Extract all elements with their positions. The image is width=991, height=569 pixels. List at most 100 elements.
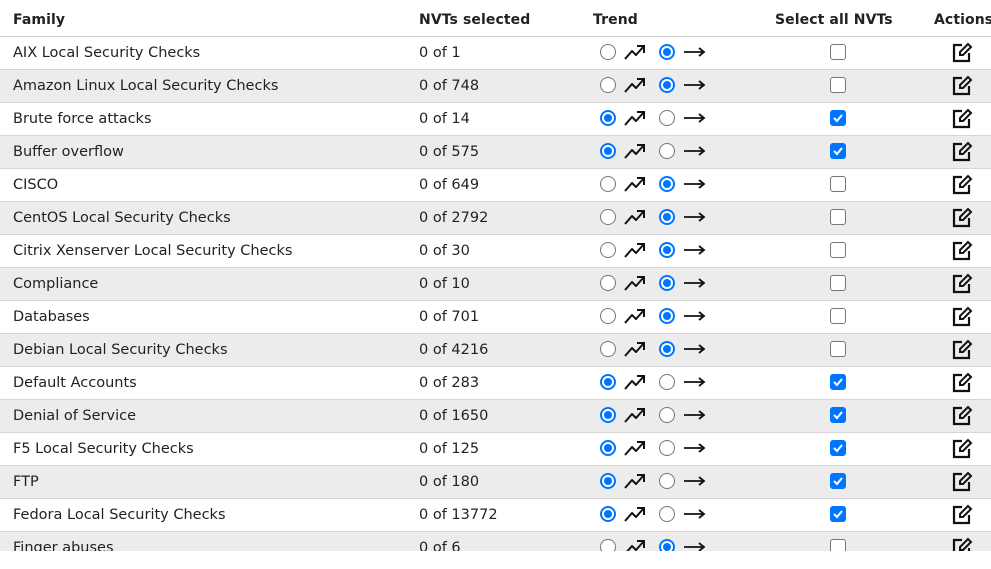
select-all-checkbox[interactable] [830,506,846,522]
trend-up-icon [623,273,647,297]
trend-flat-radio[interactable] [659,473,675,489]
select-all-checkbox[interactable] [830,242,846,258]
trend-flat-icon [682,405,708,429]
trend-up-radio[interactable] [600,44,616,60]
select-all-checkbox[interactable] [830,176,846,192]
trend-flat-icon [682,306,708,330]
trend-flat-radio[interactable] [659,539,675,551]
trend-flat-radio[interactable] [659,209,675,225]
edit-icon[interactable] [951,75,973,101]
trend-flat-radio[interactable] [659,77,675,93]
edit-icon[interactable] [951,141,973,167]
nvts-count: 0 of 125 [419,441,480,457]
header-select-all[interactable]: Select all NVTs [775,12,893,28]
edit-icon[interactable] [951,438,973,464]
table-row: Fedora Local Security Checks 0 of 13772 [0,499,991,532]
edit-icon[interactable] [951,504,973,530]
trend-up-radio[interactable] [600,209,616,225]
trend-flat-radio[interactable] [659,440,675,456]
edit-icon[interactable] [951,108,973,134]
select-all-checkbox[interactable] [830,275,846,291]
edit-icon[interactable] [951,471,973,497]
trend-up-radio[interactable] [600,110,616,126]
trend-up-radio[interactable] [600,77,616,93]
trend-flat-radio[interactable] [659,176,675,192]
trend-flat-icon [682,537,708,551]
trend-flat-radio[interactable] [659,275,675,291]
select-all-checkbox[interactable] [830,209,846,225]
table-row: CentOS Local Security Checks 0 of 2792 [0,202,991,235]
trend-flat-radio[interactable] [659,374,675,390]
select-all-checkbox[interactable] [830,539,846,551]
family-name: Brute force attacks [13,111,152,127]
family-name: F5 Local Security Checks [13,441,194,457]
trend-flat-icon [682,207,708,231]
family-name: Finger abuses [13,540,114,551]
select-all-checkbox[interactable] [830,407,846,423]
trend-flat-radio[interactable] [659,143,675,159]
trend-flat-radio[interactable] [659,44,675,60]
edit-icon[interactable] [951,339,973,365]
edit-icon[interactable] [951,207,973,233]
trend-flat-radio[interactable] [659,341,675,357]
family-name: Fedora Local Security Checks [13,507,226,523]
trend-up-icon [623,174,647,198]
trend-up-radio[interactable] [600,143,616,159]
family-name: Default Accounts [13,375,137,391]
nvts-count: 0 of 14 [419,111,470,127]
trend-flat-radio[interactable] [659,506,675,522]
nvts-count: 0 of 13772 [419,507,498,523]
trend-flat-radio[interactable] [659,110,675,126]
edit-icon[interactable] [951,42,973,68]
trend-up-radio[interactable] [600,407,616,423]
edit-icon[interactable] [951,240,973,266]
nvts-count: 0 of 649 [419,177,480,193]
trend-flat-icon [682,108,708,132]
trend-flat-radio[interactable] [659,308,675,324]
trend-up-radio[interactable] [600,176,616,192]
family-name: Databases [13,309,90,325]
trend-up-radio[interactable] [600,275,616,291]
table-row: Compliance 0 of 10 [0,268,991,301]
nvts-count: 0 of 4216 [419,342,489,358]
header-nvts-selected[interactable]: NVTs selected [419,12,530,28]
edit-icon[interactable] [951,372,973,398]
trend-flat-icon [682,372,708,396]
edit-icon[interactable] [951,537,973,551]
edit-icon[interactable] [951,306,973,332]
table-row: Citrix Xenserver Local Security Checks 0 … [0,235,991,268]
trend-up-icon [623,207,647,231]
trend-up-radio[interactable] [600,539,616,551]
select-all-checkbox[interactable] [830,341,846,357]
select-all-checkbox[interactable] [830,44,846,60]
trend-up-radio[interactable] [600,374,616,390]
trend-flat-icon [682,42,708,66]
nvts-count: 0 of 575 [419,144,480,160]
table-row: Debian Local Security Checks 0 of 4216 [0,334,991,367]
select-all-checkbox[interactable] [830,110,846,126]
trend-up-radio[interactable] [600,308,616,324]
select-all-checkbox[interactable] [830,308,846,324]
select-all-checkbox[interactable] [830,374,846,390]
trend-flat-radio[interactable] [659,242,675,258]
edit-icon[interactable] [951,405,973,431]
trend-flat-radio[interactable] [659,407,675,423]
edit-icon[interactable] [951,273,973,299]
nvts-count: 0 of 1 [419,45,461,61]
trend-up-radio[interactable] [600,341,616,357]
select-all-checkbox[interactable] [830,473,846,489]
header-family[interactable]: Family [13,12,65,28]
nvts-count: 0 of 748 [419,78,480,94]
header-trend[interactable]: Trend [593,12,638,28]
trend-up-radio[interactable] [600,242,616,258]
trend-up-radio[interactable] [600,440,616,456]
trend-up-radio[interactable] [600,473,616,489]
select-all-checkbox[interactable] [830,143,846,159]
trend-up-radio[interactable] [600,506,616,522]
table-row: Databases 0 of 701 [0,301,991,334]
select-all-checkbox[interactable] [830,77,846,93]
edit-icon[interactable] [951,174,973,200]
family-name: Compliance [13,276,99,292]
select-all-checkbox[interactable] [830,440,846,456]
trend-up-icon [623,471,647,495]
